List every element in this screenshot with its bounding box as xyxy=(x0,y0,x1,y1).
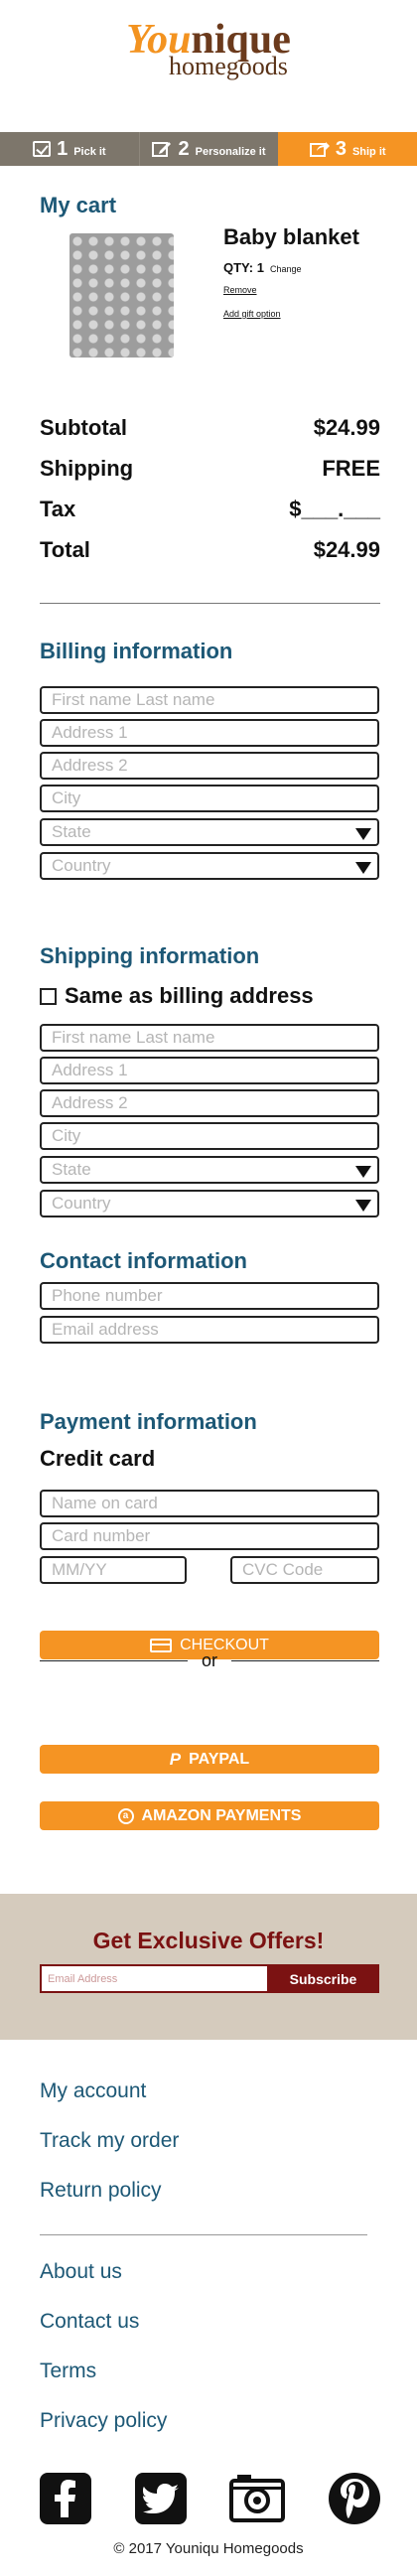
add-gift-option-link[interactable]: Add gift option xyxy=(223,309,281,319)
name-on-card-input[interactable]: Name on card xyxy=(40,1490,379,1517)
total-row-tax: Tax $___.___ xyxy=(40,497,380,521)
step-pick-it[interactable]: 1 Pick it xyxy=(0,132,139,166)
offers-email-input[interactable]: Email Address xyxy=(40,1964,268,1993)
shipping-state-select[interactable]: State xyxy=(40,1156,379,1184)
billing-title: Billing information xyxy=(40,639,233,663)
payment-title: Payment information xyxy=(40,1409,257,1434)
checkbox-icon xyxy=(33,141,52,157)
total-row-total: Total $24.99 xyxy=(40,537,380,562)
amazon-payments-button[interactable]: a AMAZON PAYMENTS xyxy=(40,1801,379,1830)
footer-link-terms[interactable]: Terms xyxy=(40,2360,96,2383)
chevron-down-icon xyxy=(355,1200,371,1212)
instagram-icon[interactable] xyxy=(229,2473,285,2524)
facebook-icon[interactable] xyxy=(40,2473,91,2524)
billing-name-input[interactable]: First name Last name xyxy=(40,686,379,714)
email-input[interactable]: Email address xyxy=(40,1316,379,1344)
share-icon xyxy=(309,142,330,157)
checkout-steps: 1 Pick it 2 Personalize it 3 Ship it xyxy=(0,132,417,166)
billing-address2-input[interactable]: Address 2 xyxy=(40,752,379,780)
shipping-address2-input[interactable]: Address 2 xyxy=(40,1089,379,1117)
paypal-icon: P xyxy=(169,1749,182,1769)
product-qty: QTY: 1 Change xyxy=(223,260,301,275)
copyright-text: © 2017 Youniqu Homegoods xyxy=(113,2540,304,2557)
offers-title: Get Exclusive Offers! xyxy=(92,1928,325,1953)
same-as-billing-checkbox[interactable]: Same as billing address xyxy=(40,983,314,1009)
divider xyxy=(40,603,380,604)
pinterest-icon[interactable] xyxy=(329,2473,380,2524)
or-separator: or xyxy=(40,1650,380,1671)
product-name: Baby blanket xyxy=(223,224,359,249)
chevron-down-icon xyxy=(355,862,371,874)
order-totals: Subtotal $24.99 Shipping FREE Tax $___.___ … xyxy=(40,415,380,578)
total-row-subtotal: Subtotal $24.99 xyxy=(40,415,380,440)
amazon-icon: a xyxy=(117,1807,134,1824)
footer-link-privacy-policy[interactable]: Privacy policy xyxy=(40,2409,167,2433)
step-label: Pick it xyxy=(73,145,106,158)
step-number: 2 xyxy=(178,137,190,160)
step-ship-it[interactable]: 3 Ship it xyxy=(278,132,417,166)
edit-icon xyxy=(152,142,172,157)
billing-country-select[interactable]: Country xyxy=(40,852,379,880)
billing-state-select[interactable]: State xyxy=(40,818,379,846)
contact-title: Contact information xyxy=(40,1248,247,1273)
footer-link-track-order[interactable]: Track my order xyxy=(40,2129,179,2153)
paypal-button[interactable]: P PAYPAL xyxy=(40,1745,379,1774)
step-label: Ship it xyxy=(351,145,386,158)
step-number: 1 xyxy=(57,137,69,160)
product-image xyxy=(70,233,174,358)
remove-link[interactable]: Remove xyxy=(223,285,257,295)
shipping-city-input[interactable]: City xyxy=(40,1122,379,1150)
twitter-icon[interactable] xyxy=(135,2473,187,2524)
cvc-input[interactable]: CVC Code xyxy=(230,1556,379,1584)
shipping-address1-input[interactable]: Address 1 xyxy=(40,1057,379,1084)
qty-label: QTY: 1 xyxy=(223,260,264,275)
checkbox-box[interactable] xyxy=(40,987,57,1005)
footer-link-my-account[interactable]: My account xyxy=(40,2079,146,2103)
footer-link-contact-us[interactable]: Contact us xyxy=(40,2310,139,2334)
expiry-input[interactable]: MM/YY xyxy=(40,1556,187,1584)
shipping-title: Shipping information xyxy=(40,943,260,968)
step-label: Personalize it xyxy=(195,145,266,158)
footer-link-about-us[interactable]: About us xyxy=(40,2260,122,2284)
chevron-down-icon xyxy=(355,1166,371,1178)
brand-logo[interactable]: Younique homegoods xyxy=(0,18,417,81)
footer-link-return-policy[interactable]: Return policy xyxy=(40,2179,162,2203)
chevron-down-icon xyxy=(355,828,371,840)
logo-text-homegoods: homegoods xyxy=(169,52,288,80)
footer-divider xyxy=(40,2234,367,2235)
offers-banner: Get Exclusive Offers! Email Address Subs… xyxy=(0,1894,417,2040)
billing-city-input[interactable]: City xyxy=(40,785,379,812)
shipping-country-select[interactable]: Country xyxy=(40,1190,379,1217)
subscribe-button[interactable]: Subscribe xyxy=(267,1964,379,1993)
credit-card-label: Credit card xyxy=(40,1446,156,1471)
step-personalize-it[interactable]: 2 Personalize it xyxy=(138,132,279,166)
cart-title: My cart xyxy=(40,193,117,217)
total-row-shipping: Shipping FREE xyxy=(40,456,380,481)
step-number: 3 xyxy=(335,137,347,160)
same-as-billing-label: Same as billing address xyxy=(65,983,314,1008)
phone-input[interactable]: Phone number xyxy=(40,1282,379,1310)
shipping-name-input[interactable]: First name Last name xyxy=(40,1024,379,1052)
card-number-input[interactable]: Card number xyxy=(40,1522,379,1550)
qty-change-link[interactable]: Change xyxy=(270,264,302,274)
billing-address1-input[interactable]: Address 1 xyxy=(40,719,379,747)
